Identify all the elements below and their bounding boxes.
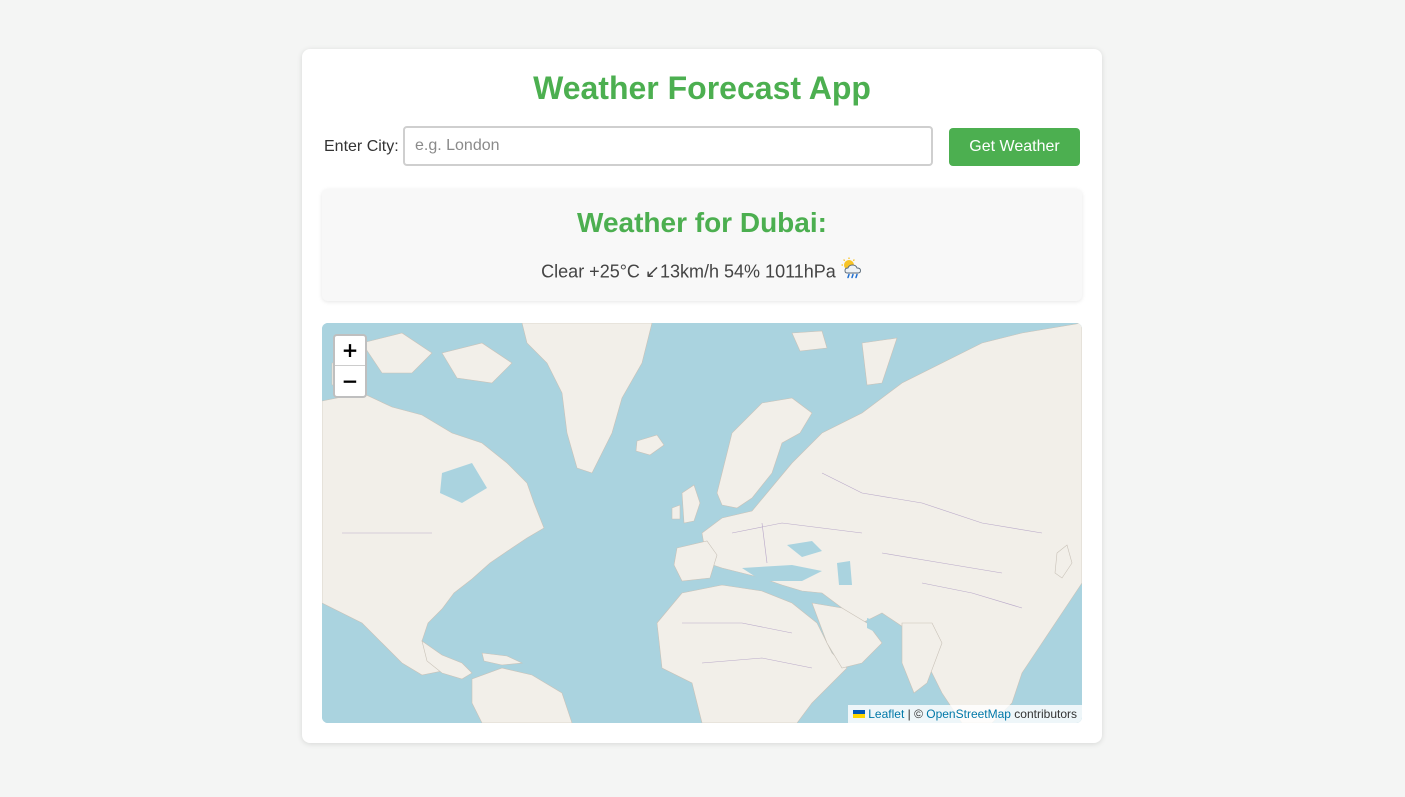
- city-label: Enter City:: [324, 138, 399, 155]
- get-weather-button[interactable]: Get Weather: [949, 128, 1080, 166]
- zoom-out-button[interactable]: −: [335, 366, 365, 396]
- openstreetmap-link[interactable]: OpenStreetMap: [926, 707, 1011, 721]
- weather-result-line: Clear +25°C ↙13km/h 54% 1011hPa: [322, 257, 1082, 286]
- city-input[interactable]: [403, 126, 933, 166]
- weather-summary-text: Clear +25°C ↙13km/h 54% 1011hPa: [541, 261, 836, 282]
- zoom-in-button[interactable]: +: [335, 336, 365, 366]
- weather-app-card: Weather Forecast App Enter City: Get Wea…: [302, 49, 1102, 743]
- weather-result-heading: Weather for Dubai:: [577, 207, 827, 238]
- ukraine-flag-icon: [853, 709, 866, 718]
- map-tiles: [322, 323, 1082, 723]
- app-title: Weather Forecast App: [533, 70, 871, 106]
- leaflet-link[interactable]: Leaflet: [868, 707, 904, 721]
- attribution-separator: | ©: [904, 707, 927, 721]
- attribution-suffix: contributors: [1010, 707, 1077, 721]
- map-attribution: Leaflet | © OpenStreetMap contributors: [848, 705, 1082, 723]
- sun-behind-rain-cloud-icon: [841, 257, 863, 284]
- zoom-control: + −: [333, 334, 367, 398]
- weather-result-panel: Weather for Dubai: Clear +25°C ↙13km/h 5…: [322, 189, 1082, 301]
- world-map[interactable]: + − Leaflet | © OpenStreetMap contributo…: [322, 323, 1082, 723]
